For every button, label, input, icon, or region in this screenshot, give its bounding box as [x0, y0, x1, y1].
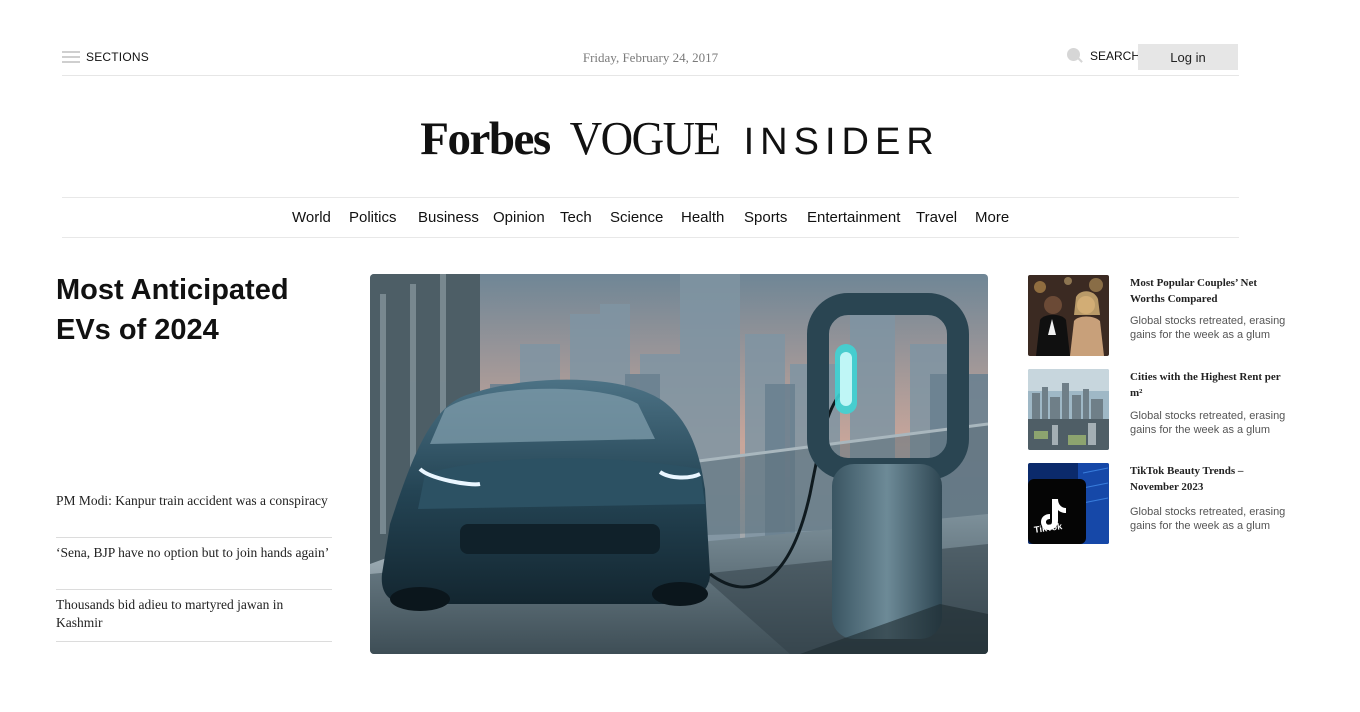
side-story-list: PM Modi: Kanpur train accident was a con…	[56, 486, 332, 642]
insider-logo[interactable]: INSIDER	[744, 121, 940, 164]
main-headline[interactable]: Most Anticipated EVs of 2024	[56, 270, 346, 350]
story-description: Global stocks retreated, erasing gains f…	[1130, 410, 1286, 436]
nav-item-entertainment[interactable]: Entertainment	[807, 209, 900, 226]
nav-item-politics[interactable]: Politics	[349, 209, 397, 226]
masthead-logos: Forbes VOGUE INSIDER	[0, 112, 1360, 166]
sections-label: SECTIONS	[86, 50, 149, 64]
city-thumbnail	[1028, 369, 1109, 450]
nav-item-more[interactable]: More	[975, 209, 1009, 226]
story-title[interactable]: TikTok Beauty Trends – November 2023	[1130, 463, 1290, 495]
right-story-item[interactable]: Most Popular Couples’ Net Worths Compare…	[1028, 275, 1308, 357]
nav-item-travel[interactable]: Travel	[916, 209, 957, 226]
nav-item-science[interactable]: Science	[610, 209, 663, 226]
search-label: SEARCH	[1090, 49, 1141, 63]
search-button[interactable]: SEARCH	[1067, 48, 1140, 64]
main-nav: World Politics Business Opinion Tech Sci…	[62, 197, 1239, 238]
tiktok-thumbnail: TikTok	[1028, 463, 1109, 544]
nav-item-tech[interactable]: Tech	[560, 209, 592, 226]
right-story-item[interactable]: Cities with the Highest Rent per m² Glob…	[1028, 369, 1308, 451]
forbes-logo[interactable]: Forbes	[420, 112, 551, 166]
nav-item-sports[interactable]: Sports	[744, 209, 787, 226]
story-description: Global stocks retreated, erasing gains f…	[1130, 315, 1286, 341]
hamburger-icon	[62, 51, 80, 63]
sections-menu-button[interactable]: SECTIONS	[62, 50, 149, 64]
right-story-item[interactable]: TikTok TikTok Beauty Trends – November 2…	[1028, 463, 1308, 545]
current-date: Friday, February 24, 2017	[582, 50, 719, 65]
vogue-logo[interactable]: VOGUE	[570, 112, 721, 167]
nav-item-business[interactable]: Business	[418, 209, 479, 226]
top-bar: SECTIONS Friday, February 24, 2017 SEARC…	[62, 44, 1239, 76]
side-story-item[interactable]: PM Modi: Kanpur train accident was a con…	[56, 486, 332, 538]
ev-charging-illustration	[370, 274, 988, 654]
side-story-item[interactable]: ‘Sena, BJP have no option but to join ha…	[56, 538, 332, 590]
nav-item-health[interactable]: Health	[681, 209, 724, 226]
story-description: Global stocks retreated, erasing gains f…	[1130, 506, 1286, 532]
nav-item-world[interactable]: World	[292, 209, 331, 226]
story-title[interactable]: Most Popular Couples’ Net Worths Compare…	[1130, 275, 1290, 307]
side-story-item[interactable]: Thousands bid adieu to martyred jawan in…	[56, 590, 332, 642]
story-title[interactable]: Cities with the Highest Rent per m²	[1130, 369, 1290, 401]
couple-thumbnail	[1028, 275, 1109, 356]
search-icon	[1067, 48, 1083, 64]
login-button[interactable]: Log in	[1138, 44, 1238, 70]
nav-item-opinion[interactable]: Opinion	[493, 209, 545, 226]
hero-image-ev-charging[interactable]	[370, 274, 988, 654]
